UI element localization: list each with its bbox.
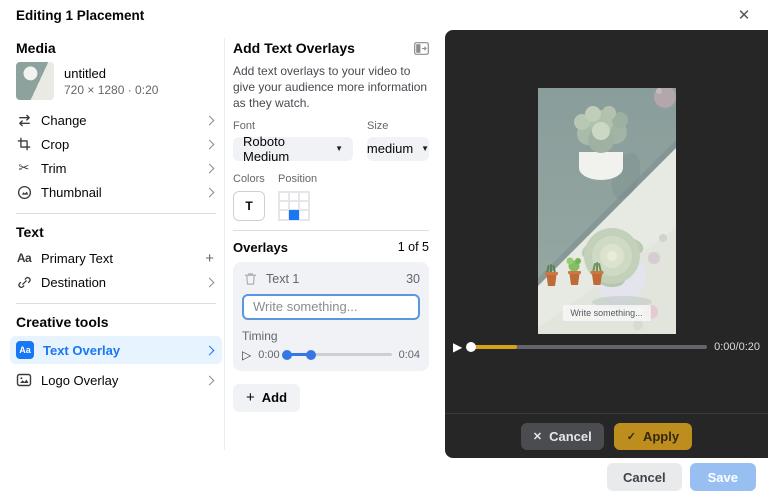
media-thumbnail bbox=[16, 62, 54, 100]
image-circle-icon bbox=[16, 184, 32, 200]
sidebar-item-thumbnail[interactable]: Thumbnail bbox=[16, 180, 216, 204]
size-value: medium bbox=[367, 141, 413, 156]
add-label: Add bbox=[262, 390, 287, 405]
overlay-name: Text 1 bbox=[266, 272, 398, 286]
font-value: Roboto Medium bbox=[243, 134, 327, 164]
font-dropdown[interactable]: Roboto Medium ▼ bbox=[233, 137, 353, 161]
creative-tools-heading: Creative tools bbox=[16, 314, 216, 330]
chevron-right-icon bbox=[205, 277, 215, 287]
plus-icon[interactable]: + bbox=[205, 250, 214, 267]
media-file-meta: 720 × 1280 · 0:20 bbox=[64, 83, 158, 97]
chevron-right-icon bbox=[205, 163, 215, 173]
timing-label: Timing bbox=[242, 329, 420, 343]
size-label: Size bbox=[367, 120, 429, 132]
overlays-heading: Overlays bbox=[233, 240, 288, 255]
divider bbox=[16, 303, 216, 304]
media-file-name: untitled bbox=[64, 66, 158, 81]
text-overlay-icon: Aa bbox=[16, 341, 34, 359]
text-color-swatch[interactable]: T bbox=[233, 191, 265, 221]
time-display: 0:00/0:20 bbox=[714, 341, 760, 353]
edit-placement-dialog: Editing 1 Placement ✕ Media untitled 720… bbox=[0, 0, 768, 496]
swap-arrows-icon bbox=[16, 112, 32, 128]
timing-end: 0:04 bbox=[399, 349, 420, 361]
trash-icon[interactable] bbox=[242, 271, 258, 287]
chevron-right-icon bbox=[205, 345, 215, 355]
video-progress-bar[interactable] bbox=[469, 345, 707, 349]
chevron-right-icon bbox=[205, 139, 215, 149]
dialog-footer: Cancel Save bbox=[0, 458, 768, 496]
panel-title: Add Text Overlays bbox=[233, 40, 355, 56]
playhead-handle[interactable] bbox=[466, 342, 476, 352]
chevron-down-icon: ▼ bbox=[421, 144, 429, 153]
scissors-icon: ✂ bbox=[16, 160, 32, 176]
position-grid[interactable] bbox=[278, 191, 310, 221]
timing-start: 0:00 bbox=[258, 349, 279, 361]
media-file-row[interactable]: untitled 720 × 1280 · 0:20 bbox=[16, 62, 216, 100]
timing-handle-end[interactable] bbox=[306, 350, 316, 360]
cancel-label: Cancel bbox=[549, 429, 592, 444]
video-frame[interactable]: Write something... bbox=[538, 88, 676, 334]
timing-handle-start[interactable] bbox=[282, 350, 292, 360]
sidebar-item-label: Crop bbox=[41, 137, 197, 152]
sidebar-item-label: Thumbnail bbox=[41, 185, 197, 200]
sidebar-item-label: Logo Overlay bbox=[41, 373, 197, 388]
panel-description: Add text overlays to your video to give … bbox=[233, 63, 429, 112]
cancel-button[interactable]: Cancel bbox=[607, 463, 682, 491]
sidebar: Media untitled 720 × 1280 · 0:20 Change bbox=[16, 30, 216, 396]
sidebar-item-trim[interactable]: ✂ Trim bbox=[16, 156, 216, 180]
chevron-right-icon bbox=[205, 375, 215, 385]
divider bbox=[16, 213, 216, 214]
font-label: Font bbox=[233, 120, 353, 132]
divider bbox=[233, 230, 429, 231]
logo-image-icon bbox=[16, 372, 32, 388]
play-icon[interactable]: ▶ bbox=[453, 341, 462, 353]
check-icon: ✓ bbox=[627, 430, 636, 443]
divider bbox=[224, 38, 225, 450]
close-icon: ✕ bbox=[533, 430, 542, 443]
save-button[interactable]: Save bbox=[690, 463, 756, 491]
char-count: 30 bbox=[406, 272, 420, 286]
sidebar-item-text-overlay[interactable]: Aa Text Overlay bbox=[10, 336, 222, 364]
chevron-down-icon: ▼ bbox=[335, 144, 343, 153]
overlay-timing-segment bbox=[469, 345, 517, 349]
apply-label: Apply bbox=[643, 429, 679, 444]
link-icon bbox=[16, 274, 32, 290]
text-heading: Text bbox=[16, 224, 216, 240]
video-text-overlay[interactable]: Write something... bbox=[562, 305, 650, 321]
sidebar-item-label: Trim bbox=[41, 161, 197, 176]
text-aa-icon: Aa bbox=[16, 250, 32, 266]
overlays-count: 1 of 5 bbox=[398, 240, 429, 254]
chevron-right-icon bbox=[205, 187, 215, 197]
overlay-card: Text 1 30 Timing ▷ 0:00 0:04 bbox=[233, 262, 429, 371]
page-title: Editing 1 Placement bbox=[16, 8, 144, 23]
close-icon[interactable]: ✕ bbox=[732, 4, 756, 28]
colors-label: Colors bbox=[233, 173, 265, 185]
plus-icon: + bbox=[246, 389, 255, 406]
sidebar-item-logo-overlay[interactable]: Logo Overlay bbox=[10, 366, 222, 394]
collapse-panel-icon[interactable] bbox=[414, 42, 429, 55]
overlay-text-input[interactable] bbox=[242, 294, 420, 320]
play-outline-icon[interactable]: ▷ bbox=[242, 348, 251, 362]
crop-icon bbox=[16, 136, 32, 152]
sidebar-item-label: Text Overlay bbox=[43, 343, 197, 358]
timing-slider[interactable] bbox=[287, 353, 392, 356]
sidebar-item-crop[interactable]: Crop bbox=[16, 132, 216, 156]
preview-cancel-button[interactable]: ✕ Cancel bbox=[521, 423, 604, 450]
sidebar-item-primary-text[interactable]: Aa Primary Text + bbox=[16, 246, 216, 270]
sidebar-item-label: Destination bbox=[41, 275, 197, 290]
sidebar-item-destination[interactable]: Destination bbox=[16, 270, 216, 294]
size-dropdown[interactable]: medium ▼ bbox=[367, 137, 429, 161]
video-still bbox=[538, 88, 676, 334]
position-label: Position bbox=[278, 173, 317, 185]
sidebar-item-label: Change bbox=[41, 113, 197, 128]
sidebar-item-label: Primary Text bbox=[41, 251, 196, 266]
media-heading: Media bbox=[16, 40, 216, 56]
sidebar-item-change[interactable]: Change bbox=[16, 108, 216, 132]
add-overlay-button[interactable]: + Add bbox=[233, 384, 300, 412]
position-bottom-center-cell bbox=[289, 210, 299, 219]
video-preview-panel: Write something... ▶ 0:00/0:20 ✕ Cancel … bbox=[445, 30, 768, 458]
chevron-right-icon bbox=[205, 115, 215, 125]
preview-apply-button[interactable]: ✓ Apply bbox=[614, 423, 692, 450]
text-overlays-panel: Add Text Overlays Add text overlays to y… bbox=[233, 30, 429, 412]
